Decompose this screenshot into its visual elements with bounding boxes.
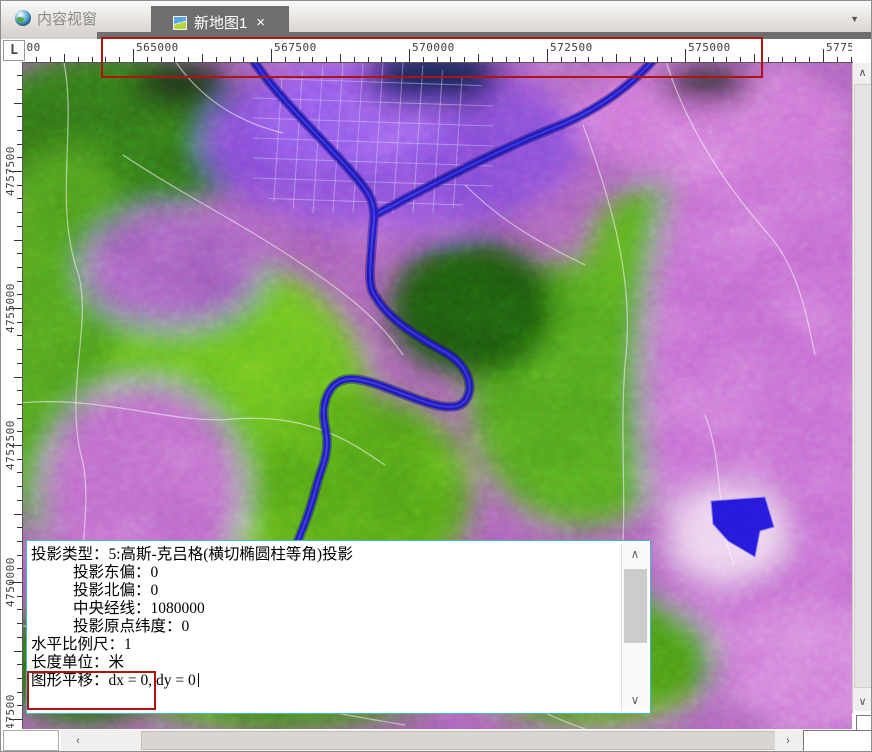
- ruler-tick: [340, 54, 341, 62]
- projection-line: 投影类型：5:高斯-克吕格(横切椭圆柱等角)投影: [31, 546, 618, 564]
- ruler-corner-button[interactable]: L: [3, 40, 25, 61]
- scroll-down-icon[interactable]: ∨: [853, 692, 872, 711]
- ruler-tick: [478, 54, 479, 62]
- projection-info-panel[interactable]: 投影类型：5:高斯-克吕格(横切椭圆柱等角)投影投影东偏：0投影北偏：0中央经线…: [26, 540, 651, 714]
- resize-corner: [803, 730, 872, 752]
- map-application-window: 内容视窗 新地图1 × ▼ L 562500 565000 567500 570000…: [0, 0, 872, 752]
- ruler-tick: [14, 103, 22, 104]
- panel-scroll-thumb[interactable]: [624, 569, 647, 643]
- scroll-right-icon[interactable]: ›: [775, 730, 801, 751]
- tab-overflow-dropdown-icon[interactable]: ▼: [850, 14, 859, 24]
- globe-icon: [15, 10, 31, 26]
- ruler-tick: [271, 49, 272, 62]
- text-caret: [198, 673, 199, 687]
- horizontal-scroll-thumb[interactable]: [141, 731, 783, 750]
- panel-scrollbar[interactable]: ∧ ∨: [621, 543, 648, 711]
- projection-info-text: 投影类型：5:高斯-克吕格(横切椭圆柱等角)投影投影东偏：0投影北偏：0中央经线…: [31, 546, 618, 711]
- ruler-tick: [202, 54, 203, 62]
- ruler-tick: [823, 49, 824, 62]
- map-document-icon: [173, 16, 187, 30]
- scroll-up-icon[interactable]: ∧: [853, 63, 872, 82]
- panel-scroll-up-icon[interactable]: ∧: [622, 545, 648, 563]
- ruler-tick: [14, 377, 22, 378]
- projection-line: 图形平移：dx = 0, dy = 0: [31, 672, 618, 690]
- ruler-label: 567500: [274, 41, 317, 54]
- ruler-label: 4747500: [4, 684, 18, 728]
- scroll-left-icon[interactable]: ‹: [63, 730, 93, 751]
- ruler-label: 572500: [550, 41, 593, 54]
- ruler-tick: [14, 651, 22, 652]
- ruler-tick: [14, 514, 22, 515]
- projection-line: 中央经线：1080000: [31, 600, 618, 618]
- ruler-tick: [14, 240, 22, 241]
- ruler-label: 4750000: [4, 547, 18, 617]
- ruler-tick: [547, 49, 548, 62]
- ruler-tick: [754, 54, 755, 62]
- tab-content-view-label: 内容视窗: [37, 8, 97, 29]
- horizontal-ruler: 562500 565000 567500 570000 572500 575000 5775…: [27, 39, 852, 62]
- horizontal-scrollbar-row: ‹ ›: [1, 730, 872, 752]
- ruler-label: 577500: [826, 41, 852, 54]
- ruler-tick: [409, 49, 410, 62]
- ruler-label: 575000: [688, 41, 731, 54]
- projection-line: 长度单位：米: [31, 654, 618, 672]
- ruler-label: 565000: [136, 41, 179, 54]
- vertical-scrollbar[interactable]: ∧ ∨: [852, 63, 872, 711]
- ruler-tick: [133, 49, 134, 62]
- tab-strip: [97, 32, 872, 39]
- ruler-tick: [64, 54, 65, 62]
- vertical-ruler: 4757500 4755000 4752500 4750000 4747500: [3, 63, 22, 728]
- scrollbar-corner-left: [3, 730, 59, 751]
- panel-scroll-down-icon[interactable]: ∨: [622, 691, 648, 709]
- map-view-frame: L 562500 565000 567500 570000 572500 575000 57…: [1, 39, 872, 752]
- ruler-label: 4755000: [4, 273, 18, 343]
- projection-line: 投影东偏：0: [31, 564, 618, 582]
- projection-line: 投影原点纬度：0: [31, 618, 618, 636]
- projection-line: 水平比例尺：1: [31, 636, 618, 654]
- vertical-scroll-thumb[interactable]: [854, 84, 872, 688]
- ruler-label: 4757500: [4, 136, 18, 206]
- ruler-label: 570000: [412, 41, 455, 54]
- close-tab-icon[interactable]: ×: [254, 16, 267, 30]
- ruler-tick: [616, 54, 617, 62]
- tab-new-map-1-label: 新地图1: [194, 12, 247, 33]
- tab-content-view[interactable]: 内容视窗: [15, 7, 97, 29]
- ruler-label: 562500: [27, 41, 41, 54]
- ruler-tick: [685, 49, 686, 62]
- ruler-label: 4752500: [4, 410, 18, 480]
- tab-bar: 内容视窗 新地图1 × ▼: [1, 1, 871, 39]
- projection-line: 投影北偏：0: [31, 582, 618, 600]
